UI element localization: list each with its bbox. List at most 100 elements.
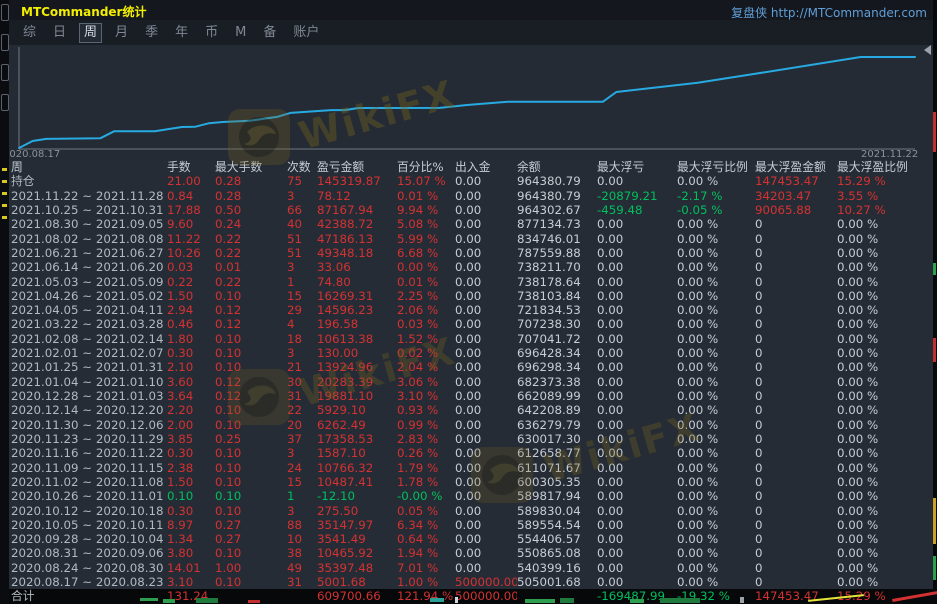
table-row[interactable]: 2021.11.22 ~ 2021.11.280.840.28378.120.0… bbox=[9, 189, 933, 203]
table-cell: 0.00 % bbox=[677, 289, 755, 303]
table-cell: 14596.23 bbox=[317, 303, 397, 317]
table-cell: 0.00 % bbox=[837, 275, 933, 289]
menu-item-币[interactable]: 币 bbox=[201, 24, 222, 42]
table-row[interactable]: 2021.08.02 ~ 2021.08.0811.220.225147186.… bbox=[9, 232, 933, 246]
table-row[interactable]: 2020.11.23 ~ 2020.11.293.850.253717358.5… bbox=[9, 432, 933, 446]
table-cell: 0.00 % bbox=[677, 174, 755, 188]
background-chart-fragment bbox=[2, 168, 7, 171]
table-row[interactable]: 2021.05.03 ~ 2021.05.090.220.22174.800.0… bbox=[9, 275, 933, 289]
table-cell: 0.00 % bbox=[837, 403, 933, 417]
menu-item-年[interactable]: 年 bbox=[171, 24, 192, 42]
background-chart-fragment bbox=[2, 180, 7, 183]
table-row[interactable]: 2020.12.14 ~ 2020.12.202.200.10225929.10… bbox=[9, 403, 933, 417]
menu-item-日[interactable]: 日 bbox=[49, 24, 70, 42]
table-row[interactable]: 2021.08.30 ~ 2021.09.059.600.244042388.7… bbox=[9, 217, 933, 231]
table-cell: 0.00 % bbox=[677, 475, 755, 489]
table-cell: 147453.47 bbox=[755, 589, 837, 603]
table-cell: 0.00 % bbox=[677, 518, 755, 532]
table-row[interactable]: 2021.04.26 ~ 2021.05.021.500.101516269.3… bbox=[9, 289, 933, 303]
table-row[interactable]: 2021.06.21 ~ 2021.06.2710.260.225149348.… bbox=[9, 246, 933, 260]
table-row[interactable]: 2020.10.12 ~ 2020.10.180.300.103275.500.… bbox=[9, 504, 933, 518]
table-cell: 0.26 % bbox=[397, 446, 455, 460]
table-cell: 37 bbox=[287, 432, 317, 446]
table-cell: 3.85 bbox=[167, 432, 215, 446]
table-cell: 0.00 bbox=[597, 489, 677, 503]
table-cell: 10766.32 bbox=[317, 461, 397, 475]
table-cell: 0 bbox=[755, 504, 837, 518]
table-row[interactable]: 2020.11.30 ~ 2020.12.062.000.10206262.49… bbox=[9, 418, 933, 432]
table-cell: 0.00 % bbox=[677, 432, 755, 446]
table-cell: 0.00 % bbox=[677, 275, 755, 289]
table-row[interactable]: 2020.08.24 ~ 2020.08.3014.011.004935397.… bbox=[9, 561, 933, 575]
menu-item-周[interactable]: 周 bbox=[79, 23, 102, 43]
menu-item-综[interactable]: 综 bbox=[19, 24, 40, 42]
table-cell: 0.00 bbox=[455, 289, 517, 303]
menu-item-月[interactable]: 月 bbox=[111, 24, 132, 42]
table-row[interactable]: 2020.12.28 ~ 2021.01.033.640.123119881.1… bbox=[9, 389, 933, 403]
table-row[interactable]: 2021.10.25 ~ 2021.10.3117.880.506687167.… bbox=[9, 203, 933, 217]
table-row[interactable]: 2021.01.04 ~ 2021.01.103.600.123020283.3… bbox=[9, 375, 933, 389]
table-row[interactable]: 2020.10.26 ~ 2020.11.010.100.101-12.10-0… bbox=[9, 489, 933, 503]
table-cell: 0.00 % bbox=[677, 346, 755, 360]
scroll-left-arrow-icon[interactable] bbox=[924, 45, 931, 55]
table-row[interactable]: 2021.06.14 ~ 2021.06.200.030.01333.060.0… bbox=[9, 260, 933, 274]
table-cell: 0.00 % bbox=[677, 303, 755, 317]
table-cell: 74.80 bbox=[317, 275, 397, 289]
window-title: MTCommander统计 bbox=[21, 3, 146, 20]
background-chart-fragment bbox=[196, 598, 218, 603]
table-row[interactable]: 2021.02.08 ~ 2021.02.141.800.101810613.3… bbox=[9, 332, 933, 346]
table-cell: 0 bbox=[755, 432, 837, 446]
menu-item-季[interactable]: 季 bbox=[141, 24, 162, 42]
table-cell: 49348.18 bbox=[317, 246, 397, 260]
table-row[interactable]: 2020.11.02 ~ 2020.11.081.500.101510487.4… bbox=[9, 475, 933, 489]
table-cell: 2.38 bbox=[167, 461, 215, 475]
table-cell: 0.00 bbox=[597, 403, 677, 417]
table-cell: 19881.10 bbox=[317, 389, 397, 403]
table-cell: 1.00 % bbox=[397, 575, 455, 589]
table-cell: 2021.11.22 ~ 2021.11.28 bbox=[11, 189, 167, 203]
table-row[interactable]: 2021.02.01 ~ 2021.02.070.300.103130.000.… bbox=[9, 346, 933, 360]
table-cell: 540399.16 bbox=[517, 561, 597, 575]
table-cell: 0 bbox=[755, 389, 837, 403]
table-cell: 2020.11.16 ~ 2020.11.22 bbox=[11, 446, 167, 460]
column-header: 最大手数 bbox=[215, 160, 287, 174]
table-total-row[interactable]: 合计131.24609700.66121.94 %500000.00-16948… bbox=[9, 589, 933, 603]
table-cell: 0.00 bbox=[455, 303, 517, 317]
table-cell: 2020.12.28 ~ 2021.01.03 bbox=[11, 389, 167, 403]
table-row[interactable]: 2020.11.16 ~ 2020.11.220.300.1031587.100… bbox=[9, 446, 933, 460]
table-cell: 22 bbox=[287, 403, 317, 417]
menu-item-账户[interactable]: 账户 bbox=[289, 24, 323, 42]
table-cell: 2020.09.28 ~ 2020.10.04 bbox=[11, 532, 167, 546]
table-cell: 0.22 bbox=[215, 246, 287, 260]
table-cell: 0.00 bbox=[455, 561, 517, 575]
table-row[interactable]: 2021.03.22 ~ 2021.03.280.460.124196.580.… bbox=[9, 317, 933, 331]
table-cell: 0.22 bbox=[215, 232, 287, 246]
table-row[interactable]: 持仓21.000.2875145319.8715.07 %0.00964380.… bbox=[9, 174, 933, 188]
table-cell: 0.00 % bbox=[677, 546, 755, 560]
table-cell: 1.00 bbox=[215, 561, 287, 575]
table-row[interactable]: 2020.10.05 ~ 2020.10.118.970.278835147.9… bbox=[9, 518, 933, 532]
background-chart-fragment bbox=[455, 597, 458, 603]
brand-link[interactable]: 复盘侠 http://MTCommander.com bbox=[731, 4, 927, 21]
table-row[interactable]: 2020.11.09 ~ 2020.11.152.380.102410766.3… bbox=[9, 461, 933, 475]
table-cell: 3541.49 bbox=[317, 532, 397, 546]
table-row[interactable]: 2020.09.28 ~ 2020.10.041.340.27103541.49… bbox=[9, 532, 933, 546]
table-row[interactable]: 2021.01.25 ~ 2021.01.312.100.102113924.9… bbox=[9, 360, 933, 374]
table-cell: 0.00 bbox=[597, 504, 677, 518]
table-row[interactable]: 2020.08.17 ~ 2020.08.233.100.10315001.68… bbox=[9, 575, 933, 589]
table-cell: 0.27 bbox=[215, 518, 287, 532]
table-cell: -0.05 % bbox=[677, 203, 755, 217]
table-cell: 9.60 bbox=[167, 217, 215, 231]
table-row[interactable]: 2020.08.31 ~ 2020.09.063.800.103810465.9… bbox=[9, 546, 933, 560]
table-cell: 0 bbox=[755, 346, 837, 360]
table-cell: 0.00 bbox=[455, 217, 517, 231]
table-cell: 0.00 bbox=[455, 389, 517, 403]
table-cell: 0.84 bbox=[167, 189, 215, 203]
table-cell: 2020.10.12 ~ 2020.10.18 bbox=[11, 504, 167, 518]
table-cell: 42388.72 bbox=[317, 217, 397, 231]
menu-item-M[interactable]: M bbox=[231, 24, 250, 42]
menu-item-备[interactable]: 备 bbox=[259, 24, 280, 42]
table-cell: 0.00 bbox=[597, 360, 677, 374]
table-row[interactable]: 2021.04.05 ~ 2021.04.112.940.122914596.2… bbox=[9, 303, 933, 317]
table-cell: 636279.79 bbox=[517, 418, 597, 432]
